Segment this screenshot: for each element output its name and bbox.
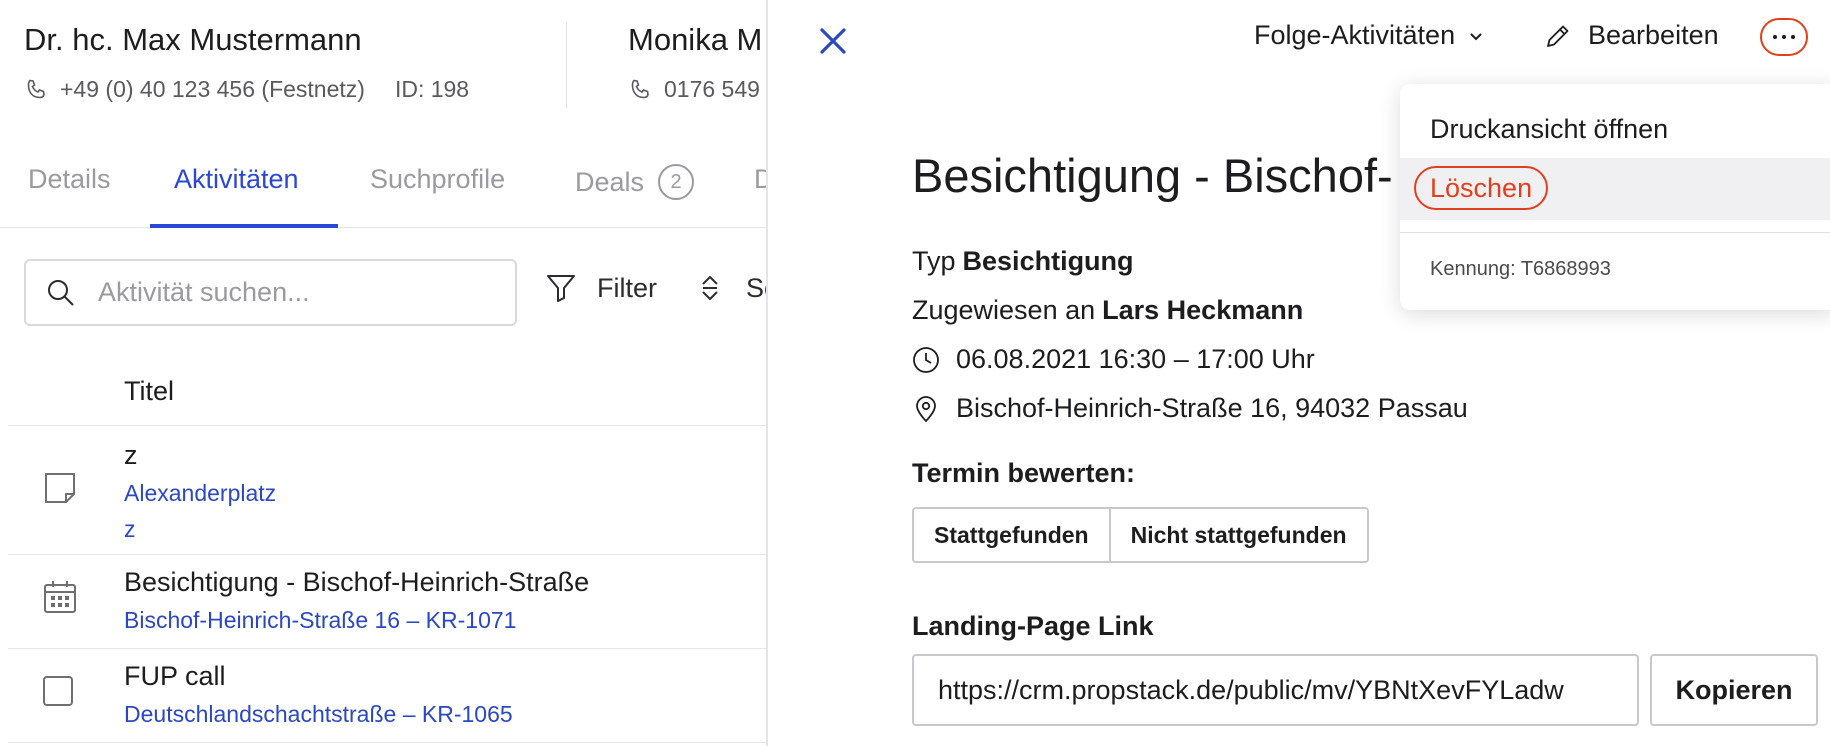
chevron-down-icon (1470, 32, 1482, 40)
activity-subtitle[interactable]: Alexanderplatz (124, 480, 276, 507)
contact-id: ID: 198 (394, 76, 470, 102)
rate-heading: Termin bewerten: (912, 458, 1136, 488)
activity-assignee: Zugewiesen an Lars Heckmann (912, 295, 1303, 326)
tab-activities[interactable]: Aktivitäten (174, 164, 299, 195)
list-item[interactable]: z Alexanderplatz z (0, 426, 766, 554)
search-box[interactable] (24, 259, 517, 326)
search-input[interactable] (98, 277, 478, 308)
follow-up-label: Folge-Aktivitäten (1254, 20, 1456, 50)
activity-type: Typ Besichtigung (912, 246, 1134, 277)
activity-datetime: 06.08.2021 16:30 – 17:00 Uhr (912, 344, 1315, 375)
landing-page-url-field[interactable]: https://crm.propstack.de/public/mv/YBNtX… (912, 654, 1639, 726)
activity-title: FUP call (124, 661, 226, 691)
contact-phone[interactable]: +49 (0) 40 123 456 (Festnetz) (60, 76, 365, 103)
dot (1773, 35, 1777, 39)
contact-phone[interactable]: 0176 549 (664, 76, 760, 103)
landing-page-heading: Landing-Page Link (912, 611, 1154, 641)
phone-icon (631, 79, 649, 98)
assigned-label: Zugewiesen an (912, 295, 1096, 325)
contact-name: Monika M (628, 22, 763, 57)
sort-icon (702, 276, 718, 300)
type-value: Besichtigung (962, 246, 1134, 276)
pencil-icon (1547, 25, 1569, 47)
did-not-take-place-button[interactable]: Nicht stattgefunden (1108, 509, 1367, 561)
menu-item-delete[interactable]: Löschen (1400, 158, 1830, 220)
tab-details[interactable]: Details (28, 164, 111, 195)
activity-title: z (124, 440, 138, 470)
assigned-value: Lars Heckmann (1102, 295, 1304, 325)
column-header-title[interactable]: Titel (124, 376, 174, 407)
phone-icon (27, 79, 45, 98)
menu-item-print-view[interactable]: Druckansicht öffnen (1430, 114, 1668, 145)
more-options-menu: Druckansicht öffnen Löschen Kennung: T68… (1400, 84, 1830, 310)
sort-button[interactable]: So (694, 272, 766, 304)
edit-button[interactable]: Bearbeiten (1544, 20, 1719, 51)
activity-address: Bischof-Heinrich-Straße 16, 94032 Passau (912, 393, 1468, 424)
address-value[interactable]: Bischof-Heinrich-Straße 16, 94032 Passau (956, 393, 1468, 424)
activity-subtitle[interactable]: Deutschlandschachtstraße – KR-1065 (124, 701, 513, 728)
dot (1791, 35, 1795, 39)
tab-deals-label: Deals (575, 166, 645, 197)
calendar-icon (44, 581, 76, 613)
activity-extra: z (124, 516, 136, 542)
activity-title: Besichtigung - Bischof-Heinrich-Straße (124, 567, 590, 597)
tab-search-profiles[interactable]: Suchprofile (370, 164, 505, 195)
contact-name: Dr. hc. Max Mustermann (24, 22, 362, 57)
activity-detail-panel: Folge-Aktivitäten Bearbeiten Besichtigun… (766, 0, 1830, 746)
checkbox-icon[interactable] (42, 675, 74, 707)
tab-deals[interactable]: Deals 2 (575, 164, 695, 200)
took-place-button[interactable]: Stattgefunden (914, 509, 1109, 561)
tab-more[interactable]: D (754, 164, 766, 195)
filter-label: Filter (597, 272, 657, 303)
follow-up-activities-dropdown[interactable]: Folge-Aktivitäten (1254, 20, 1485, 51)
contact-card-secondary[interactable]: Monika M 0176 549 (628, 22, 762, 103)
edit-label: Bearbeiten (1588, 20, 1719, 50)
contact-card-primary[interactable]: Dr. hc. Max Mustermann +49 (0) 40 123 45… (24, 22, 469, 103)
clock-icon (913, 346, 939, 373)
search-icon (48, 279, 74, 306)
activity-title: Besichtigung - Bischof- (912, 149, 1393, 202)
divider (566, 22, 567, 108)
location-pin-icon (916, 395, 936, 422)
activity-identifier: Kennung: T6868993 (1430, 258, 1611, 280)
activity-subtitle[interactable]: Bischof-Heinrich-Straße 16 – KR-1071 (124, 607, 516, 634)
list-item[interactable]: FUP call Deutschlandschachtstraße – KR-1… (0, 649, 766, 742)
datetime-value: 06.08.2021 16:30 – 17:00 Uhr (956, 344, 1315, 374)
more-options-button[interactable] (1760, 18, 1808, 56)
copy-button[interactable]: Kopieren (1650, 654, 1818, 726)
menu-item-delete-label: Löschen (1414, 166, 1549, 210)
tab-bar: Details Aktivitäten Suchprofile Deals 2 … (0, 150, 766, 228)
divider (1400, 232, 1830, 233)
close-icon[interactable] (816, 24, 850, 58)
note-icon (45, 473, 75, 503)
rate-button-group: Stattgefunden Nicht stattgefunden (912, 507, 1369, 563)
active-tab-indicator (150, 224, 338, 228)
contact-panel: Dr. hc. Max Mustermann +49 (0) 40 123 45… (0, 0, 766, 746)
filter-icon (547, 275, 575, 302)
type-label: Typ (912, 246, 956, 276)
filter-button[interactable]: Filter (545, 272, 657, 304)
divider (8, 742, 766, 743)
dot (1782, 35, 1786, 39)
sort-label: So (746, 272, 766, 303)
list-item[interactable]: Besichtigung - Bischof-Heinrich-Straße B… (0, 555, 766, 648)
count-badge: 2 (658, 164, 695, 200)
